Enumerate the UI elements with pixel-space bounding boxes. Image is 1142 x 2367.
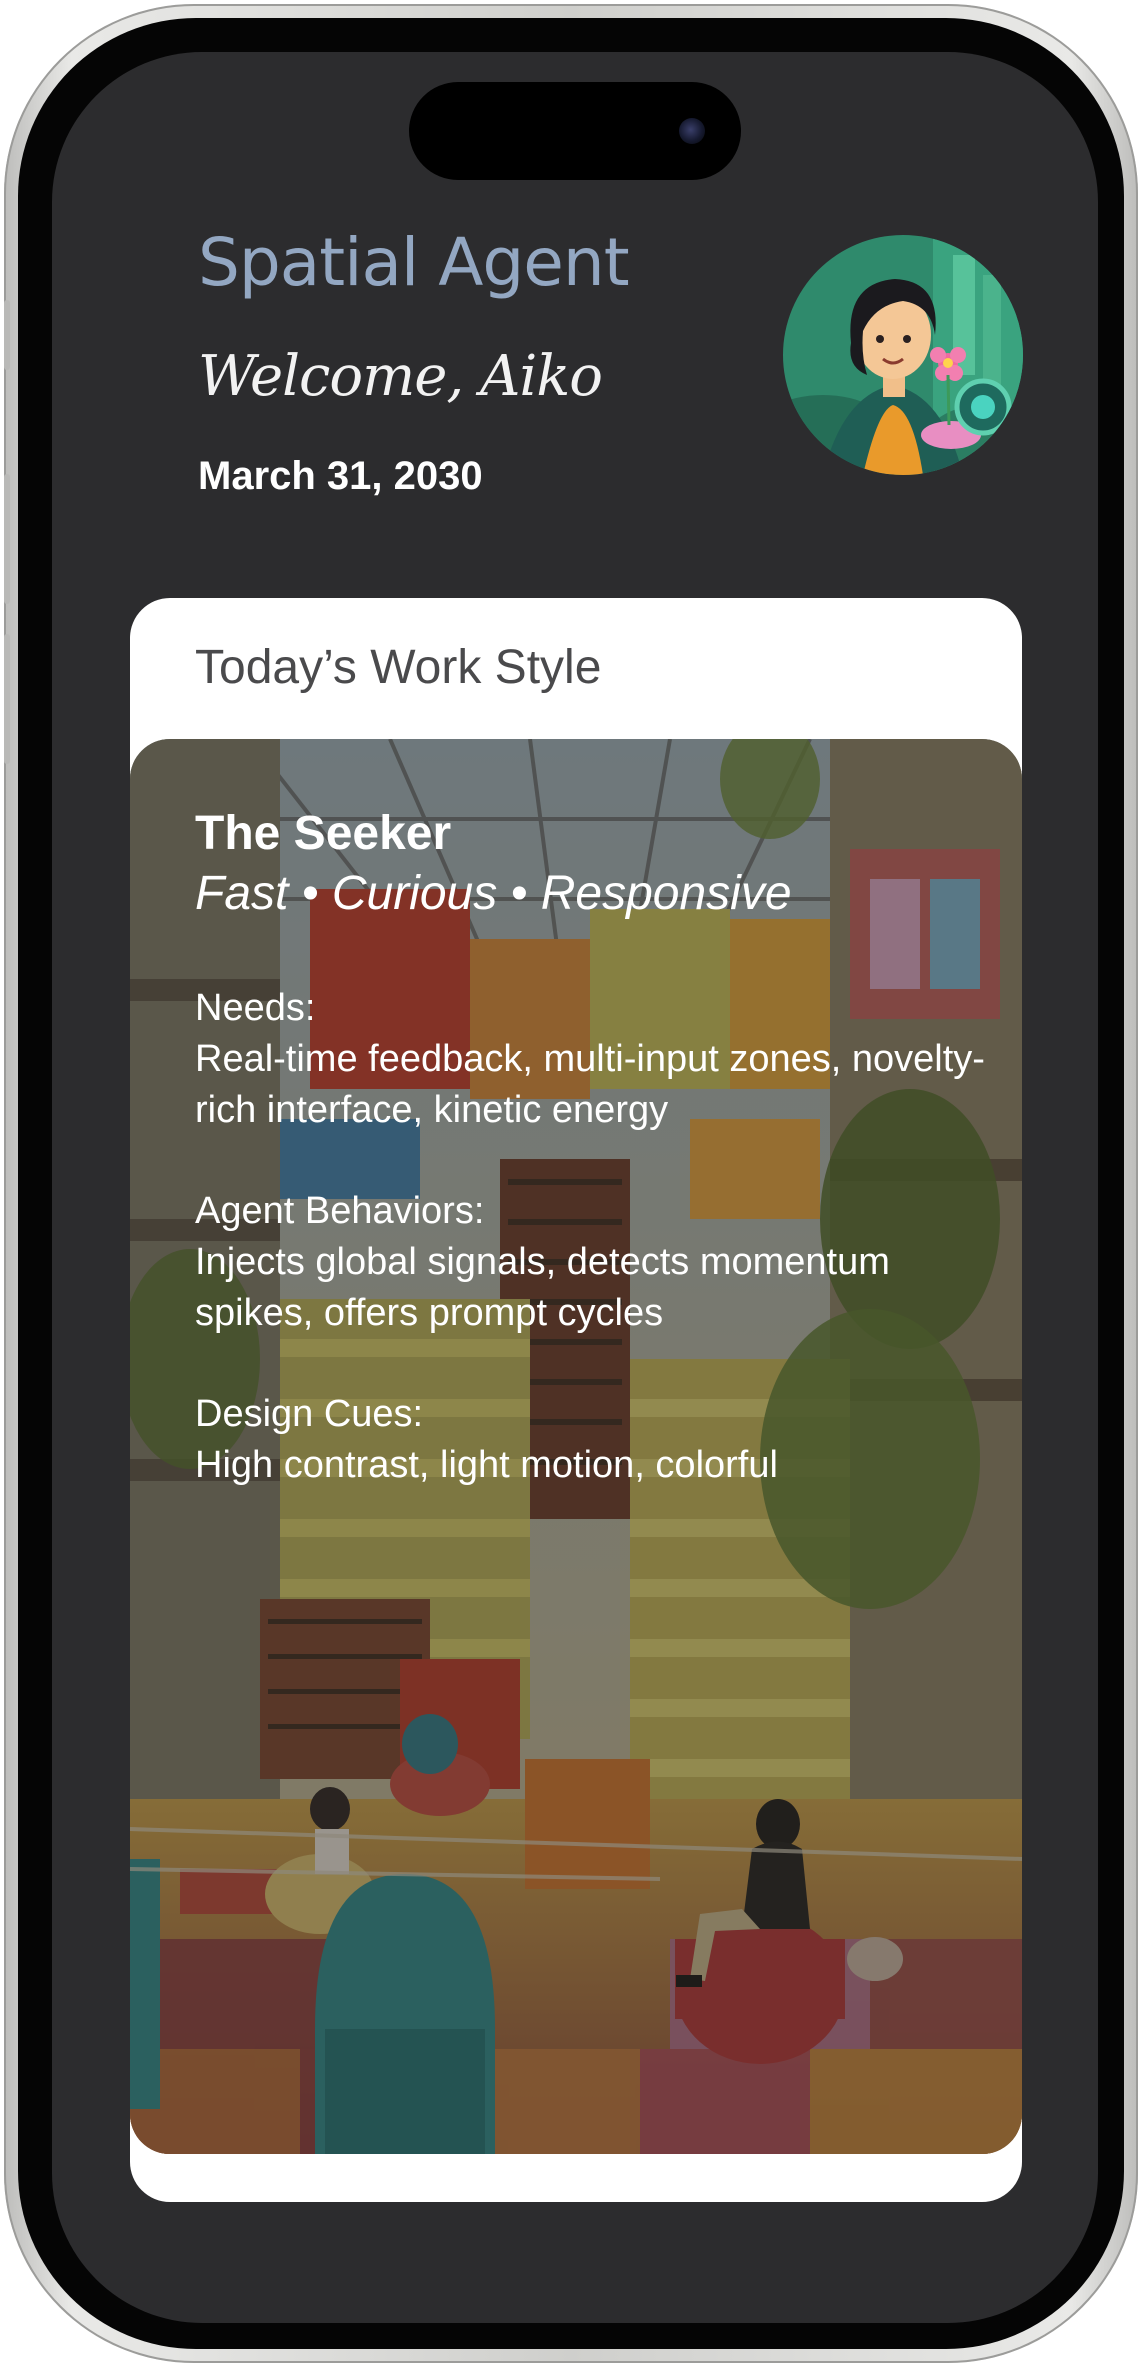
style-traits: Fast • Curious • Responsive xyxy=(195,867,792,920)
front-camera-icon xyxy=(679,118,705,144)
dynamic-island xyxy=(409,82,741,180)
user-avatar[interactable] xyxy=(783,235,1023,475)
action-button xyxy=(4,300,10,370)
design-cues-section: Design Cues: High contrast, light motion… xyxy=(195,1389,995,1491)
card-title: Today’s Work Style xyxy=(195,641,602,694)
app-title: Spatial Agent xyxy=(198,224,630,301)
needs-text: Real-time feedback, multi-input zones, n… xyxy=(195,1038,985,1131)
agent-behaviors-label: Agent Behaviors: xyxy=(195,1190,485,1232)
design-cues-text: High contrast, light motion, colorful xyxy=(195,1444,778,1486)
work-style-card[interactable]: Today’s Work Style The Seeker Fast • Cur… xyxy=(130,598,1022,2202)
phone-frame: Spatial Agent Welcome, Aiko March 31, 20… xyxy=(4,4,1138,2363)
illustrated-user-avatar-icon xyxy=(783,235,1023,475)
design-cues-label: Design Cues: xyxy=(195,1393,424,1435)
work-style-details: The Seeker Fast • Curious • Responsive N… xyxy=(195,805,995,1541)
current-date: March 31, 2030 xyxy=(198,454,483,498)
work-style-panel: The Seeker Fast • Curious • Responsive N… xyxy=(130,739,1022,2154)
agent-behaviors-text: Injects global signals, detects momentum… xyxy=(195,1241,890,1334)
volume-up-button xyxy=(4,474,10,604)
welcome-greeting: Welcome, Aiko xyxy=(198,344,603,409)
needs-label: Needs: xyxy=(195,987,316,1029)
agent-behaviors-section: Agent Behaviors: Injects global signals,… xyxy=(195,1186,995,1339)
style-name: The Seeker xyxy=(195,807,452,860)
needs-section: Needs: Real-time feedback, multi-input z… xyxy=(195,983,995,1136)
app-screen: Spatial Agent Welcome, Aiko March 31, 20… xyxy=(52,52,1098,2323)
volume-down-button xyxy=(4,634,10,764)
